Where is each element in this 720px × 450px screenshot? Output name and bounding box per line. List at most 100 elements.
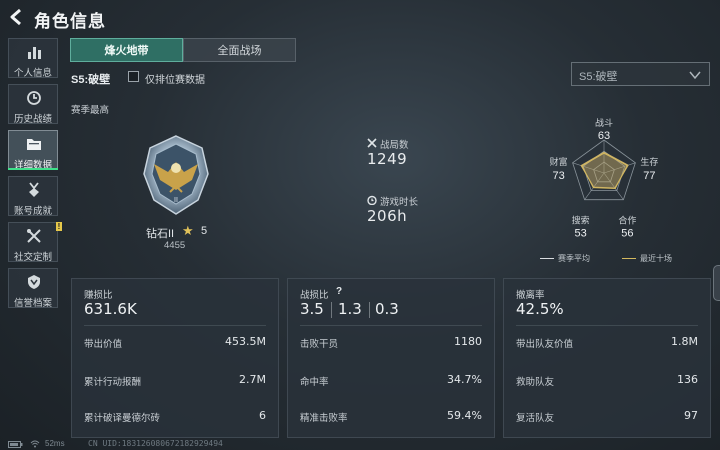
legend-line-season [540, 258, 554, 260]
current-season-label: S5:破壁 [71, 74, 111, 86]
sidebar: 个人信息 历史战绩 详细数据 账号成就 社交定制 ! 信誉档案 [8, 38, 62, 314]
radar-axis-value: 53 [574, 228, 586, 240]
chevron-down-icon [689, 71, 701, 80]
radar-axis-label: 战斗 [595, 118, 613, 128]
stat-label: 命中率 [300, 377, 329, 388]
divider [516, 325, 698, 326]
matches-label: 战局数 [380, 140, 409, 151]
svg-text:II: II [174, 197, 178, 204]
sidebar-item-achievements[interactable]: 账号成就 [8, 176, 58, 217]
history-icon [27, 91, 41, 105]
radar-axis-label: 生存 [640, 156, 658, 167]
sidebar-item-label: 详细数据 [13, 160, 52, 171]
help-icon[interactable]: ? [336, 286, 342, 297]
matches-value: 1249 [367, 150, 408, 168]
ratio-value: 1.3 [338, 300, 362, 318]
side-expand-handle[interactable] [713, 265, 720, 301]
ratio-separator [331, 302, 332, 318]
battery-icon [8, 441, 23, 448]
back-arrow-icon[interactable] [8, 8, 26, 26]
season-select[interactable]: S5:破壁 [571, 62, 710, 86]
shield-icon [28, 275, 40, 289]
radar-axis-value: 63 [598, 130, 610, 142]
star-icon: ★ [182, 223, 194, 238]
rank-emblem-icon: II [143, 135, 209, 215]
sidebar-item-label: 信誉档案 [13, 298, 52, 309]
tab-warzone[interactable]: 烽火地带 [70, 38, 183, 62]
folder-icon [27, 139, 41, 150]
season-best-label: 赛季最高 [71, 105, 110, 116]
sidebar-item-label: 历史战绩 [13, 114, 52, 125]
rank-stars: 5 [201, 225, 208, 237]
radar-axis-label: 合作 [618, 215, 636, 226]
legend-recent-label: 最近十场 [640, 254, 672, 263]
ping-value: 52ms [45, 439, 65, 448]
sidebar-item-label: 社交定制 [13, 252, 52, 263]
sidebar-item-personal-info[interactable]: 个人信息 [8, 38, 58, 79]
stat-label: 精准击败率 [300, 413, 348, 424]
stat-label: 复活队友 [516, 413, 555, 424]
extract-title: 撤离率 [516, 290, 545, 301]
stat-value: 97 [684, 409, 698, 422]
ability-radar-chart: 战斗 63 生存 77 合作 56 搜索 53 财富 73 [550, 118, 659, 240]
playtime-value: 206h [367, 207, 408, 225]
stat-value: 136 [677, 373, 698, 386]
stat-value: 2.7M [239, 373, 266, 386]
stat-value: 1.8M [671, 335, 698, 348]
page-title: 角色信息 [34, 12, 106, 31]
ranked-only-checkbox[interactable] [128, 71, 139, 82]
combat-title: 战损比 [300, 290, 329, 301]
sidebar-item-label: 账号成就 [13, 206, 52, 217]
player-uid: CN UID:1831260806721829294​94 [88, 439, 223, 448]
radar-axis-label: 搜索 [572, 215, 590, 226]
medal-icon [29, 182, 39, 197]
stat-value: 59.4% [447, 409, 482, 422]
legend-line-recent [622, 258, 636, 260]
stat-value: 1180 [454, 335, 482, 348]
crossed-swords-icon [367, 138, 377, 148]
stat-value: 6 [259, 409, 266, 422]
radar-axis-value: 56 [621, 228, 633, 240]
extract-value: 42.5% [516, 300, 564, 318]
rank-name: 钻石II [146, 228, 175, 240]
stat-value: 453.5M [225, 335, 266, 348]
legend-recent-ten: 最近十场 [622, 253, 672, 264]
playtime-label: 游戏时长 [380, 197, 419, 208]
stat-label: 救助队友 [516, 377, 555, 388]
sidebar-item-social[interactable]: 社交定制 ! [8, 222, 62, 263]
stat-value: 34.7% [447, 373, 482, 386]
sidebar-item-history[interactable]: 历史战绩 [8, 84, 58, 125]
ratio-value: 3.5 [300, 300, 324, 318]
notification-badge: ! [56, 222, 62, 231]
legend-season-label: 赛季平均 [558, 254, 590, 263]
combat-panel: 战损比 ? 3.5 1.3 0.3 击败干员 1180 命中率 34.7% 精准… [287, 278, 495, 438]
stat-label: 击败干员 [300, 339, 339, 350]
season-select-value: S5:破壁 [579, 71, 618, 83]
legend-season-average: 赛季平均 [540, 253, 590, 264]
radar-axis-value: 73 [552, 170, 564, 182]
profit-value: 631.6K [84, 300, 137, 318]
tab-full-battlefield[interactable]: 全面战场 [183, 38, 296, 62]
stat-label: 带出队友价值 [516, 339, 574, 350]
ranked-only-label[interactable]: 仅排位赛数据 [145, 71, 205, 86]
extract-panel: 撤离率 42.5% 带出队友价值 1.8M 救助队友 136 复活队友 97 [503, 278, 711, 438]
radar-axis-label: 财富 [550, 156, 568, 167]
rank-score: 4455 [164, 240, 186, 251]
sidebar-item-label: 个人信息 [13, 68, 52, 79]
stat-label: 累计破译曼德尔砖 [84, 413, 161, 424]
header-bar: 角色信息 [0, 0, 720, 34]
radar-axis-value: 77 [643, 170, 655, 182]
stat-label: 累计行动报酬 [84, 377, 142, 388]
ratio-value: 0.3 [375, 300, 399, 318]
stopwatch-icon [367, 195, 377, 205]
wifi-icon [30, 440, 40, 448]
profit-panel: 赚损比 631.6K 带出价值 453.5M 累计行动报酬 2.7M 累计破译曼… [71, 278, 279, 438]
sidebar-item-reputation[interactable]: 信誉档案 [8, 268, 58, 309]
tools-icon [27, 229, 41, 243]
divider [300, 325, 482, 326]
divider [84, 325, 266, 326]
sidebar-item-detailed-data[interactable]: 详细数据 [8, 130, 58, 171]
stat-label: 带出价值 [84, 339, 123, 350]
ratio-separator [369, 302, 370, 318]
profit-title: 赚损比 [84, 290, 113, 301]
